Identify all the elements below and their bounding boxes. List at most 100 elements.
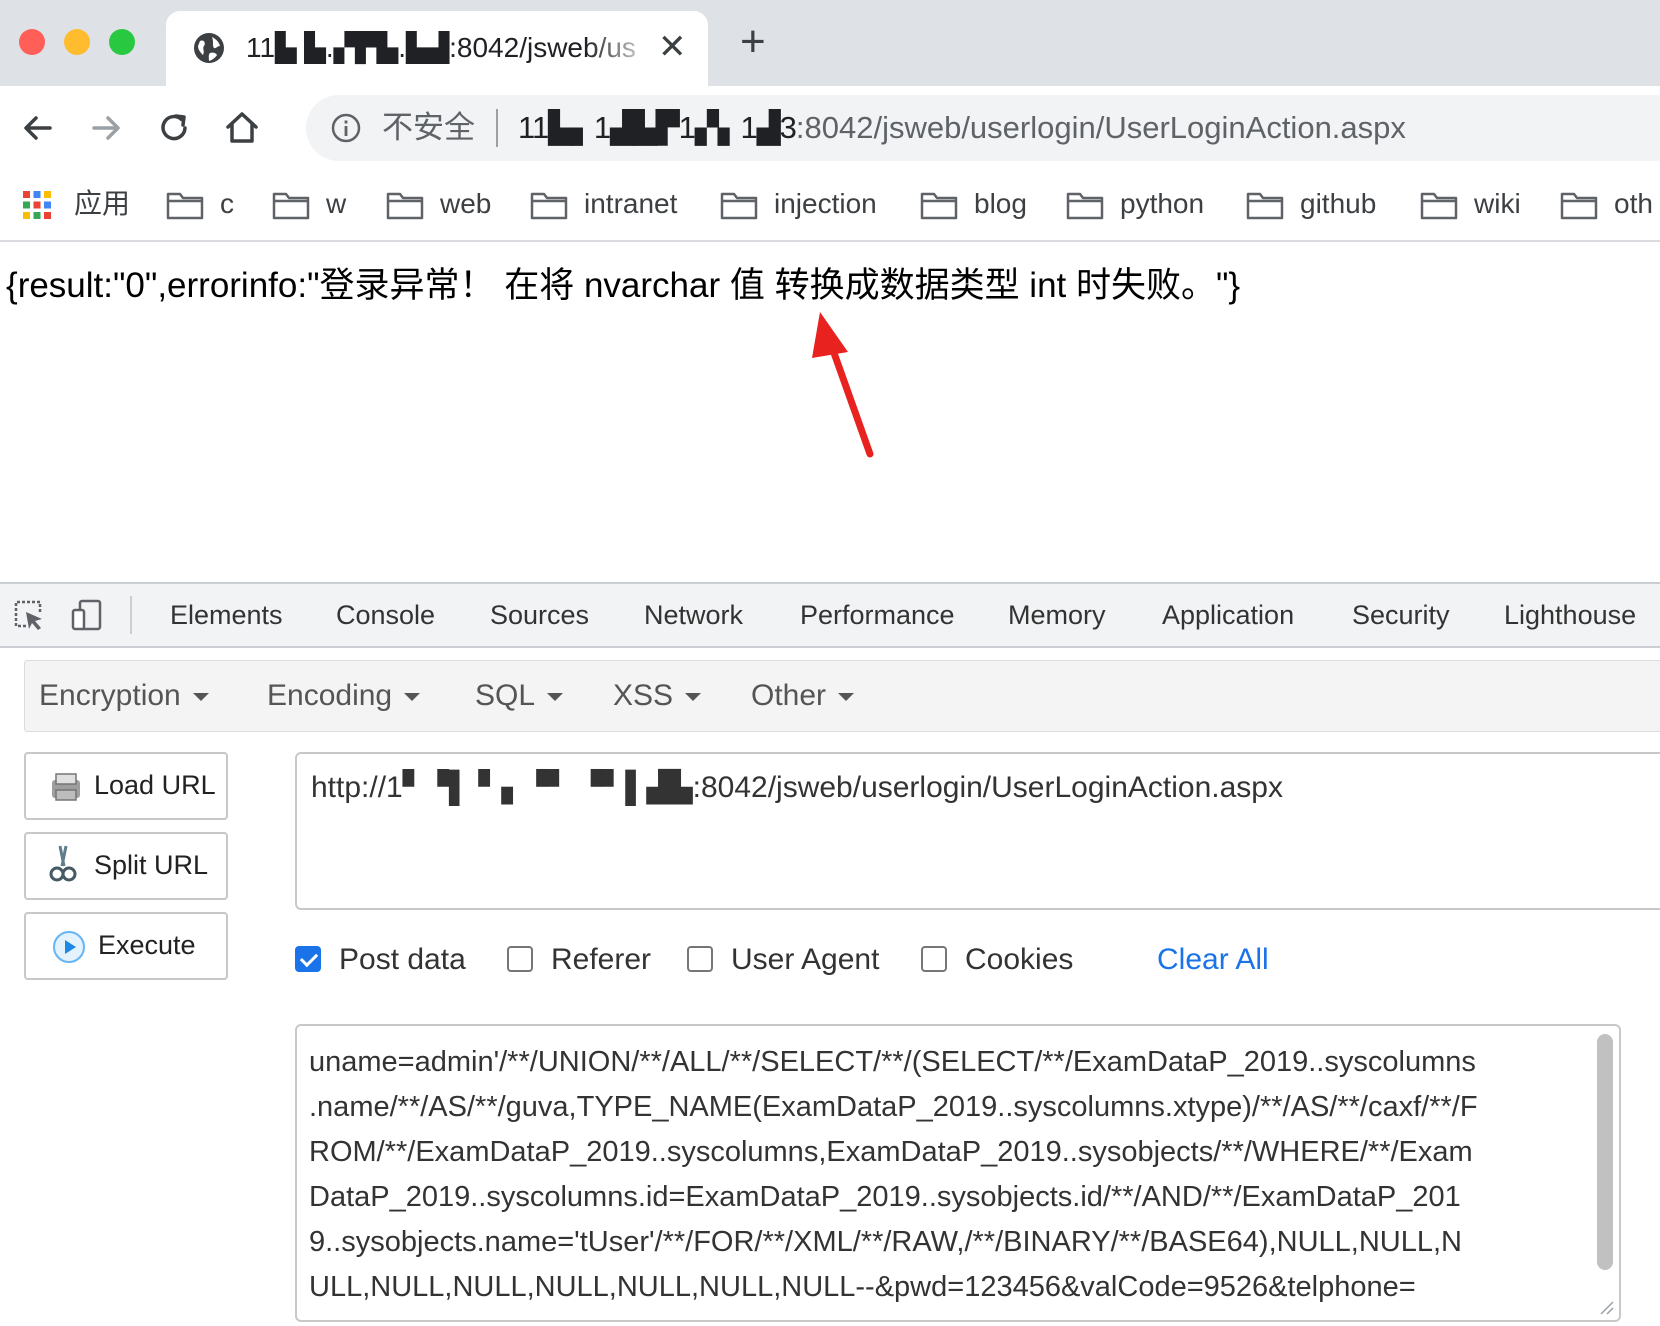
post-data-line: 9..sysobjects.name='tUser'/**/FOR/**/XML… [309,1226,1462,1258]
new-tab-button[interactable]: + [740,20,766,64]
bookmark-label: c [220,188,234,219]
post-data-label: Post data [339,943,466,976]
user-agent-checkbox[interactable] [687,946,713,972]
resize-handle-icon[interactable] [1597,1298,1615,1316]
folder-icon [720,192,758,220]
tab-memory[interactable]: Memory [1008,598,1106,632]
devtools-tab-bar: Elements Console Sources Network Perform… [0,584,1660,648]
scrollbar-thumb[interactable] [1597,1034,1613,1270]
tab-close-icon[interactable]: ✕ [658,29,687,65]
bookmark-label: wiki [1474,188,1521,219]
post-data-line: ULL,NULL,NULL,NULL,NULL,NULL,NULL--&pwd=… [309,1271,1416,1303]
forward-arrow-icon[interactable] [84,106,128,150]
device-toolbar-icon[interactable] [70,598,104,632]
menu-other[interactable]: Other [751,677,855,715]
folder-icon [386,192,424,220]
bookmark-folder-github[interactable]: github [1246,184,1396,224]
clear-all-link[interactable]: Clear All [1157,940,1269,980]
hackbar-menu: Encryption Encoding SQL XSS Other [24,660,1660,732]
post-data-line: uname=admin'/**/UNION/**/ALL/**/SELECT/*… [309,1046,1476,1078]
tab-network[interactable]: Network [644,598,743,632]
bookmark-folder-intranet[interactable]: intranet [530,184,690,224]
execute-button[interactable]: Execute [24,912,228,980]
info-icon[interactable] [330,112,362,144]
minimize-window-button[interactable] [64,29,90,55]
load-url-icon [52,773,80,801]
tab-application[interactable]: Application [1162,598,1294,632]
bookmark-label: oth [1614,188,1653,219]
hackbar-url-value: http://1▘▝▌ ▘▖▝▘ ▝▘▌▟▙:8042/jsweb/userlo… [311,771,1283,804]
bookmark-folder-wiki[interactable]: wiki [1420,184,1530,224]
bookmark-folder-w[interactable]: w [272,184,352,224]
browser-tab-active[interactable]: 11▙ ▙.▞▛▙.▙▟:8042/jsweb/us ✕ [166,11,708,86]
bookmark-folder-python[interactable]: python [1066,184,1216,224]
folder-icon [530,192,568,220]
close-window-button[interactable] [19,29,45,55]
address-bar[interactable]: 不安全 11▙▖1▟▙▛1▞▖1▟3:8042/jsweb/userlogin/… [306,95,1660,161]
globe-icon [194,33,224,63]
menu-sql[interactable]: SQL [475,677,564,715]
folder-icon [166,192,204,220]
menu-label: Encryption [39,679,181,712]
menu-xss[interactable]: XSS [613,677,702,715]
omnibox-divider [496,109,498,147]
bookmark-label: python [1120,188,1205,219]
cookies-checkbox[interactable] [921,946,947,972]
split-url-label: Split URL [94,850,209,880]
home-icon[interactable] [220,106,264,150]
url-host: 11▙▖1▟▙▛1▞▖1▟3 [518,110,797,145]
hackbar-options: Post data Referer User Agent Cookies Cle… [295,936,1595,986]
play-icon [53,931,85,963]
bookmark-folder-other[interactable]: oth [1560,184,1660,224]
browser-toolbar: 不安全 11▙▖1▟▙▛1▞▖1▟3:8042/jsweb/userlogin/… [0,86,1660,170]
tab-elements[interactable]: Elements [170,598,283,632]
devtools-panel: Elements Console Sources Network Perform… [0,582,1660,1326]
post-data-input[interactable]: uname=admin'/**/UNION/**/ALL/**/SELECT/*… [295,1024,1621,1322]
user-agent-label: User Agent [731,943,880,976]
not-secure-label[interactable]: 不安全 [382,109,475,147]
tab-strip: 11▙ ▙.▞▛▙.▙▟:8042/jsweb/us ✕ + [0,0,1660,86]
reload-icon[interactable] [152,106,196,150]
bookmark-folder-web[interactable]: web [386,184,496,224]
caret-down-icon [838,693,855,702]
hackbar-url-input[interactable]: http://1▘▝▌ ▘▖▝▘ ▝▘▌▟▙:8042/jsweb/userlo… [295,752,1660,910]
load-url-button[interactable]: Load URL [24,752,228,820]
menu-label: XSS [613,679,674,712]
split-url-button[interactable]: Split URL [24,832,228,900]
devtools-divider [130,596,132,634]
zoom-window-button[interactable] [109,29,135,55]
tab-lighthouse[interactable]: Lighthouse [1504,598,1636,632]
caret-down-icon [192,693,209,702]
bookmark-label: web [440,188,492,219]
url-path: :8042/jsweb/userlogin/UserLoginAction.as… [795,110,1406,145]
caret-down-icon [685,693,702,702]
folder-icon [1560,192,1598,220]
folder-icon [920,192,958,220]
bookmark-folder-blog[interactable]: blog [920,184,1040,224]
bookmark-folder-injection[interactable]: injection [720,184,890,224]
back-arrow-icon[interactable] [16,106,60,150]
menu-encoding[interactable]: Encoding [267,677,421,715]
url-text[interactable]: 11▙▖1▟▙▛1▞▖1▟3:8042/jsweb/userlogin/User… [518,109,1406,147]
tab-performance[interactable]: Performance [800,598,955,632]
folder-icon [1066,192,1104,220]
bookmark-label: injection [774,188,877,219]
post-data-checkbox[interactable] [295,946,321,972]
apps-grid-icon [23,191,51,219]
bookmark-folder-c[interactable]: c [166,184,246,224]
inspect-element-icon[interactable] [12,598,46,632]
folder-icon [1420,192,1458,220]
referer-checkbox[interactable] [507,946,533,972]
tab-console[interactable]: Console [336,598,435,632]
tab-sources[interactable]: Sources [490,598,589,632]
bookmark-label: blog [974,188,1027,219]
annotation-arrow-icon [812,312,874,458]
response-text: {result:"0",errorinfo:"登录异常！ 在将 nvarchar… [6,266,1241,305]
bookmark-apps[interactable]: 应用 [22,184,132,224]
cookies-label: Cookies [965,943,1074,976]
post-data-line: DataP_2019..syscolumns.id=ExamDataP_2019… [309,1181,1461,1213]
tab-security[interactable]: Security [1352,598,1450,632]
post-data-line: ROM/**/ExamDataP_2019..syscolumns,ExamDa… [309,1136,1473,1168]
menu-encryption[interactable]: Encryption [39,677,209,715]
post-data-value: uname=admin'/**/UNION/**/ALL/**/SELECT/*… [309,1040,1599,1310]
